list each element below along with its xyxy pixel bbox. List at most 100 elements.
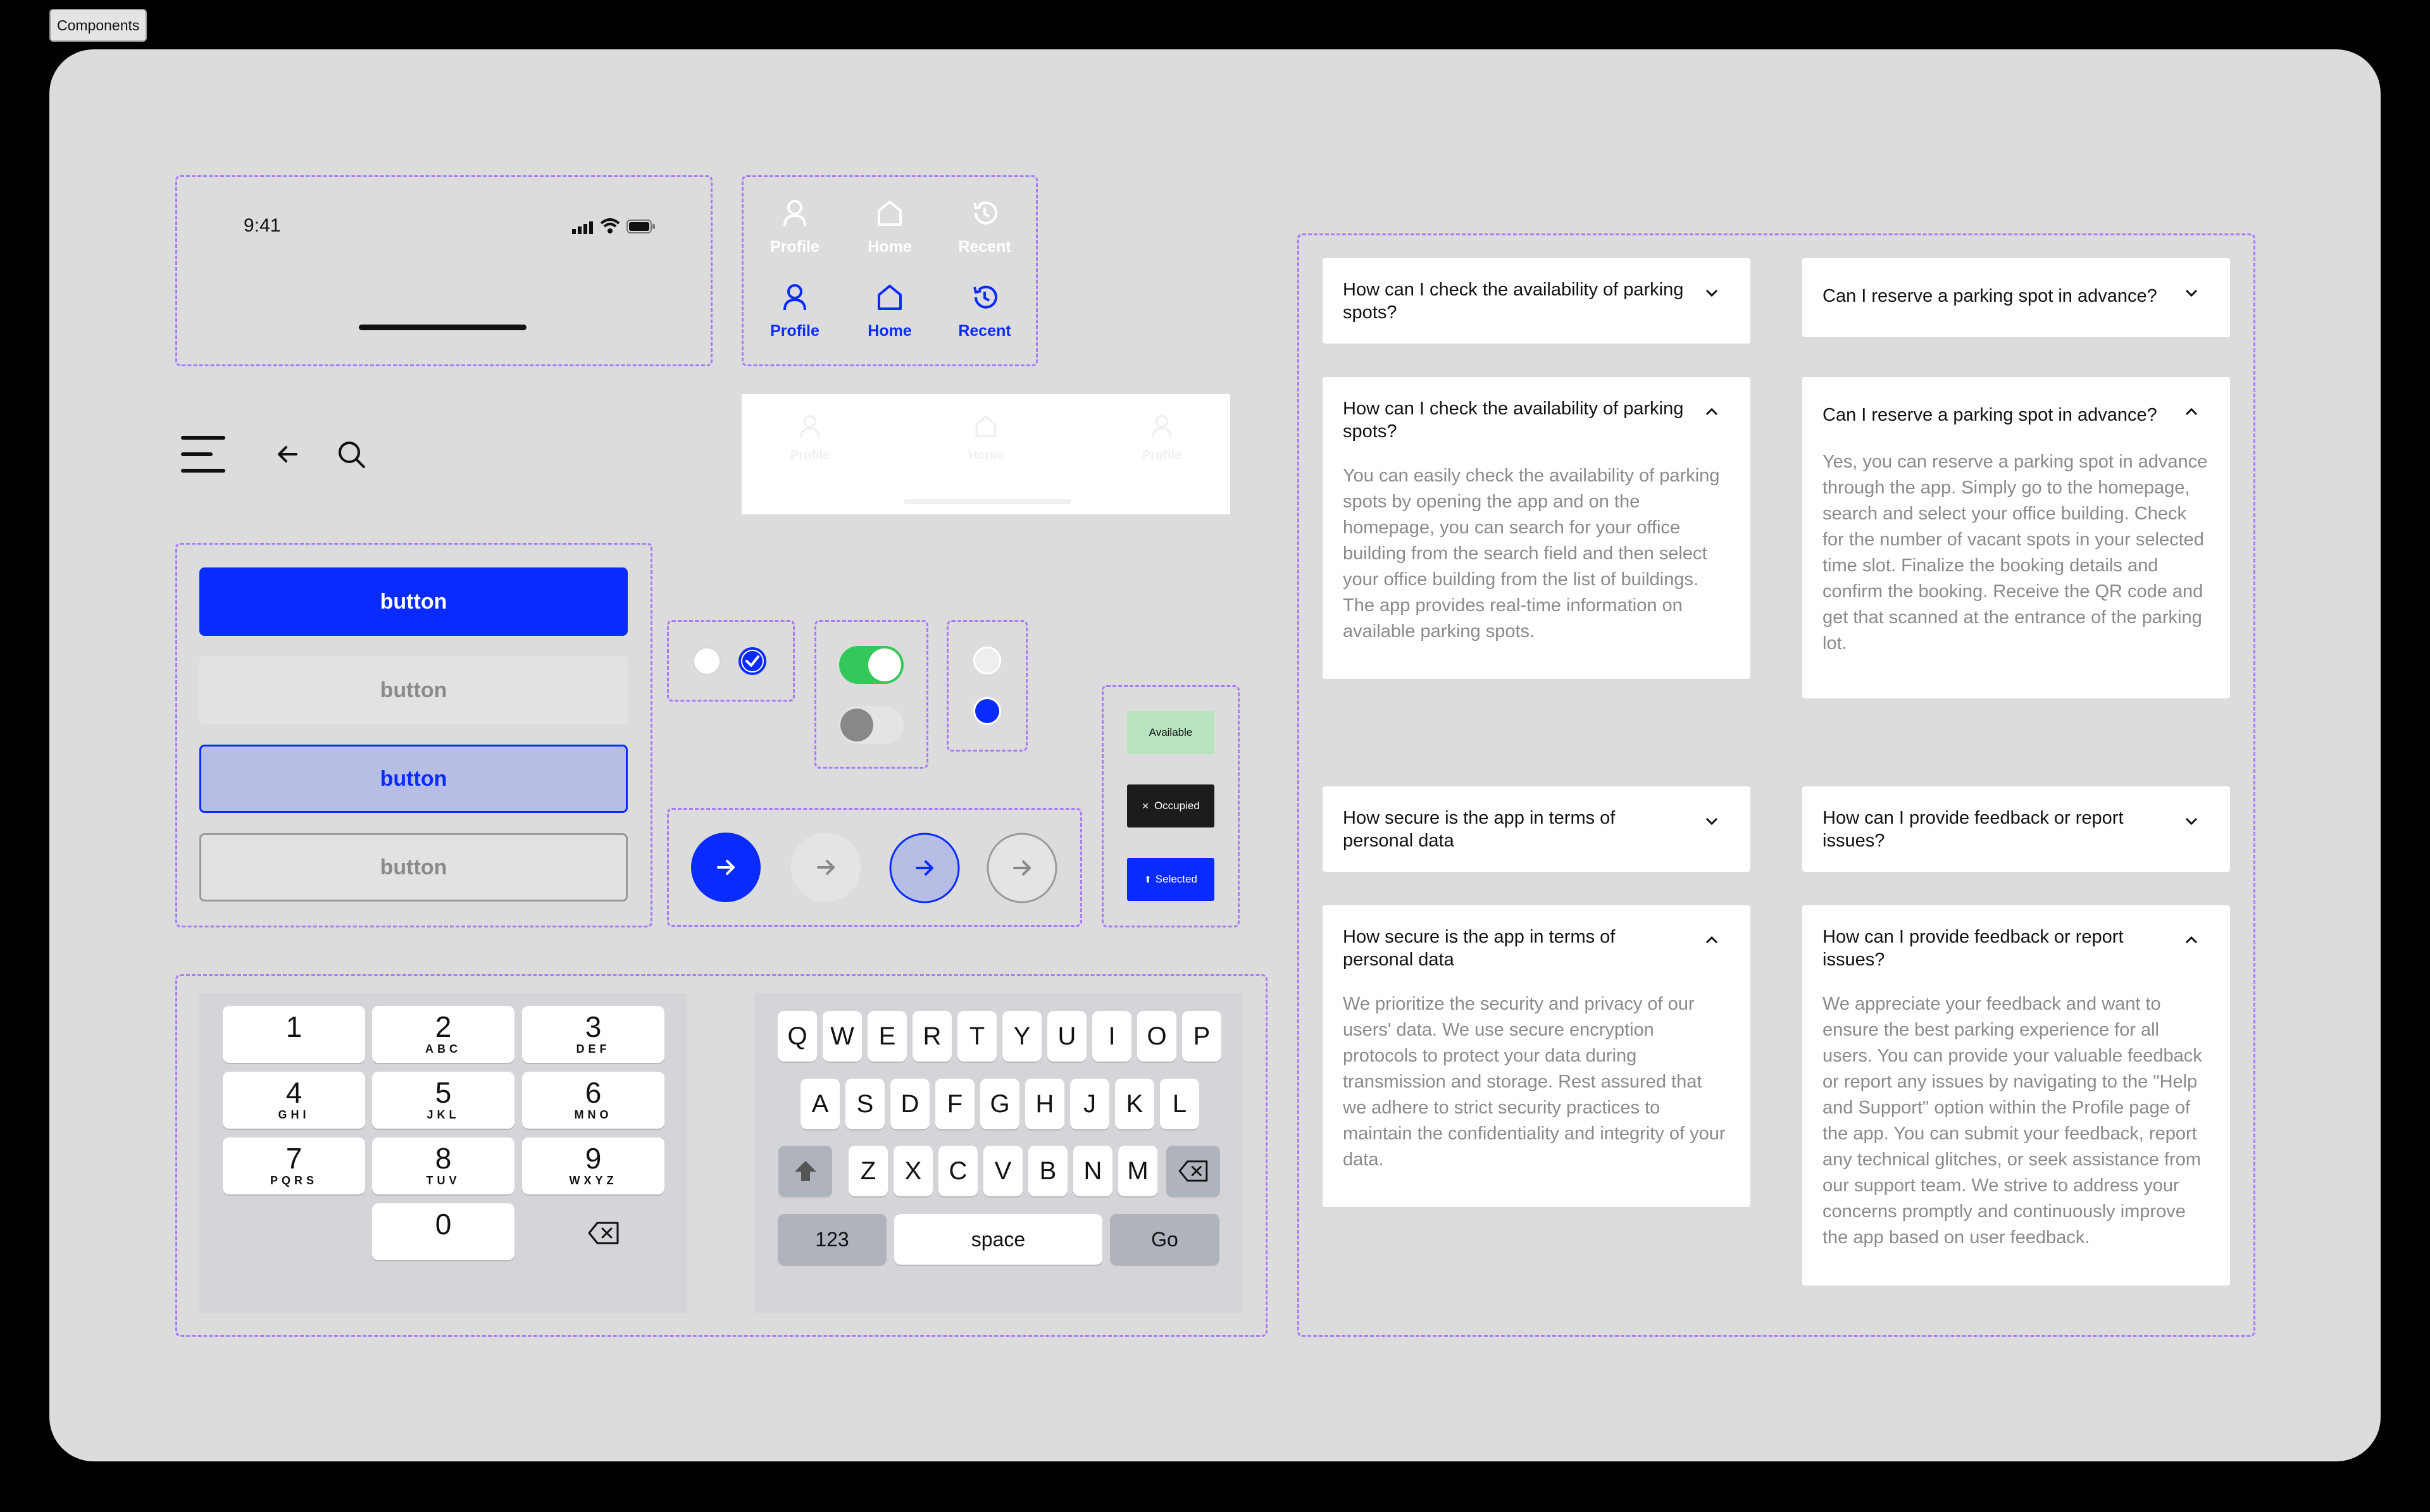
faq-question: How secure is the app in terms of person… — [1343, 808, 1616, 851]
key-x[interactable]: X — [894, 1146, 933, 1196]
numpad-key-0[interactable]: 0 — [372, 1203, 514, 1260]
faq-question: How secure is the app in terms of person… — [1343, 927, 1616, 970]
key-m[interactable]: M — [1118, 1146, 1157, 1196]
radio-selected[interactable] — [973, 697, 1001, 725]
primary-button[interactable]: button — [199, 567, 628, 636]
key-g[interactable]: G — [980, 1079, 1019, 1129]
tab-ghost-profile[interactable]: Profile — [772, 414, 848, 463]
faq-item-collapsed[interactable]: How can I provide feedback or report iss… — [1802, 786, 2230, 872]
key-i[interactable]: I — [1092, 1011, 1131, 1062]
search-icon[interactable] — [337, 440, 366, 469]
faq-item-collapsed[interactable]: How can I check the availability of park… — [1323, 258, 1750, 344]
selected-chip[interactable]: ⬆ Selected — [1127, 858, 1214, 901]
toggle-off[interactable] — [839, 706, 904, 744]
tab-recent-active[interactable]: Recent — [947, 283, 1023, 340]
disabled-button[interactable]: button — [199, 656, 628, 724]
faq-item-expanded[interactable]: How can I provide feedback or report iss… — [1802, 905, 2230, 1286]
key-c[interactable]: C — [938, 1146, 978, 1196]
chevron-down-icon[interactable] — [1705, 817, 1719, 829]
tab-home-inactive[interactable]: Home — [852, 199, 928, 256]
faq-item-collapsed[interactable]: Can I reserve a parking spot in advance? — [1802, 258, 2230, 337]
numpad-key-3[interactable]: 3 DEF — [522, 1006, 664, 1063]
home-icon — [852, 199, 928, 232]
selected-button[interactable]: button — [199, 745, 628, 813]
chevron-up-icon[interactable] — [2184, 936, 2198, 948]
arrow-right-selected-icon[interactable] — [889, 833, 960, 903]
numpad-key-7[interactable]: 7 PQRS — [223, 1137, 365, 1194]
chevron-down-icon[interactable] — [2184, 288, 2198, 301]
outline-button[interactable]: button — [199, 833, 628, 902]
key-l[interactable]: L — [1160, 1079, 1199, 1129]
key-v[interactable]: V — [983, 1146, 1023, 1196]
backspace-icon[interactable] — [1166, 1146, 1220, 1196]
tab-home-active[interactable]: Home — [852, 283, 928, 340]
checkbox-checked-icon[interactable] — [738, 647, 767, 676]
key-r[interactable]: R — [913, 1011, 952, 1062]
key-e[interactable]: E — [868, 1011, 907, 1062]
numpad-key-1[interactable]: 1 — [223, 1006, 365, 1063]
tab-profile-active[interactable]: Profile — [757, 283, 833, 340]
checkbox-unchecked[interactable] — [692, 647, 721, 676]
chevron-up-icon[interactable] — [1705, 407, 1719, 419]
delete-backspace-icon[interactable] — [587, 1221, 620, 1245]
chevron-up-icon[interactable] — [2184, 407, 2198, 419]
go-key[interactable]: Go — [1110, 1214, 1219, 1265]
key-b[interactable]: B — [1028, 1146, 1068, 1196]
faq-answer: We appreciate your feedback and want to … — [1822, 994, 2202, 1248]
numpad-key-2[interactable]: 2 ABC — [372, 1006, 514, 1063]
tab-profile-inactive[interactable]: Profile — [757, 199, 833, 256]
faq-item-expanded[interactable]: Can I reserve a parking spot in advance?… — [1802, 377, 2230, 698]
key-o[interactable]: O — [1137, 1011, 1176, 1062]
available-chip[interactable]: Available — [1127, 711, 1214, 754]
numpad-key-6[interactable]: 6 MNO — [522, 1072, 664, 1129]
key-u[interactable]: U — [1047, 1011, 1087, 1062]
space-key[interactable]: space — [894, 1214, 1102, 1265]
key-z[interactable]: Z — [849, 1146, 888, 1196]
key-p[interactable]: P — [1182, 1011, 1221, 1062]
profile-icon — [1124, 414, 1200, 442]
arrow-right-outline-icon[interactable] — [987, 833, 1057, 903]
key-s[interactable]: S — [845, 1079, 885, 1129]
tab-bar-ghost: Profile Home Profile — [742, 394, 1230, 514]
faq-question: Can I reserve a parking spot in advance? — [1822, 405, 2157, 425]
chevron-up-icon[interactable] — [1705, 936, 1719, 948]
key-f[interactable]: F — [935, 1079, 975, 1129]
faq-item-expanded[interactable]: How secure is the app in terms of person… — [1323, 905, 1750, 1207]
radio-unselected[interactable] — [973, 647, 1001, 674]
key-q[interactable]: Q — [778, 1011, 817, 1062]
key-a[interactable]: A — [801, 1079, 840, 1129]
arrow-right-primary-icon[interactable] — [691, 833, 761, 902]
key-k[interactable]: K — [1115, 1079, 1154, 1129]
toggle-on[interactable] — [839, 646, 904, 684]
key-w[interactable]: W — [823, 1011, 862, 1062]
tab-ghost-home[interactable]: Home — [948, 414, 1024, 463]
key-y[interactable]: Y — [1002, 1011, 1042, 1062]
tab-label: Profile — [770, 238, 819, 256]
key-h[interactable]: H — [1025, 1079, 1064, 1129]
numpad-key-4[interactable]: 4 GHI — [223, 1072, 365, 1129]
tab-ghost-profile-2[interactable]: Profile — [1124, 414, 1200, 463]
faq-answer: You can easily check the availability of… — [1343, 466, 1720, 641]
faq-item-expanded[interactable]: How can I check the availability of park… — [1323, 377, 1750, 679]
toggle-frame — [814, 620, 928, 769]
key-t[interactable]: T — [957, 1011, 997, 1062]
status-bar-frame — [175, 175, 713, 366]
occupied-chip[interactable]: ✕ Occupied — [1127, 784, 1214, 827]
key-d[interactable]: D — [890, 1079, 930, 1129]
numpad-key-5[interactable]: 5 JKL — [372, 1072, 514, 1129]
chevron-down-icon[interactable] — [1705, 288, 1719, 301]
faq-answer: We prioritize the security and privacy o… — [1343, 994, 1726, 1170]
frame-label[interactable]: Components — [49, 9, 147, 42]
arrow-right-disabled-icon[interactable] — [791, 833, 861, 902]
numbers-key[interactable]: 123 — [778, 1214, 887, 1265]
tab-recent-inactive[interactable]: Recent — [947, 199, 1023, 256]
numpad-key-8[interactable]: 8 TUV — [372, 1137, 514, 1194]
back-arrow-icon[interactable] — [277, 445, 297, 464]
hamburger-menu-icon[interactable] — [181, 435, 225, 474]
numpad-key-9[interactable]: 9 WXYZ — [522, 1137, 664, 1194]
faq-item-collapsed[interactable]: How secure is the app in terms of person… — [1323, 786, 1750, 872]
chevron-down-icon[interactable] — [2184, 817, 2198, 829]
key-j[interactable]: J — [1070, 1079, 1109, 1129]
shift-icon[interactable] — [778, 1146, 832, 1196]
key-n[interactable]: N — [1073, 1146, 1112, 1196]
